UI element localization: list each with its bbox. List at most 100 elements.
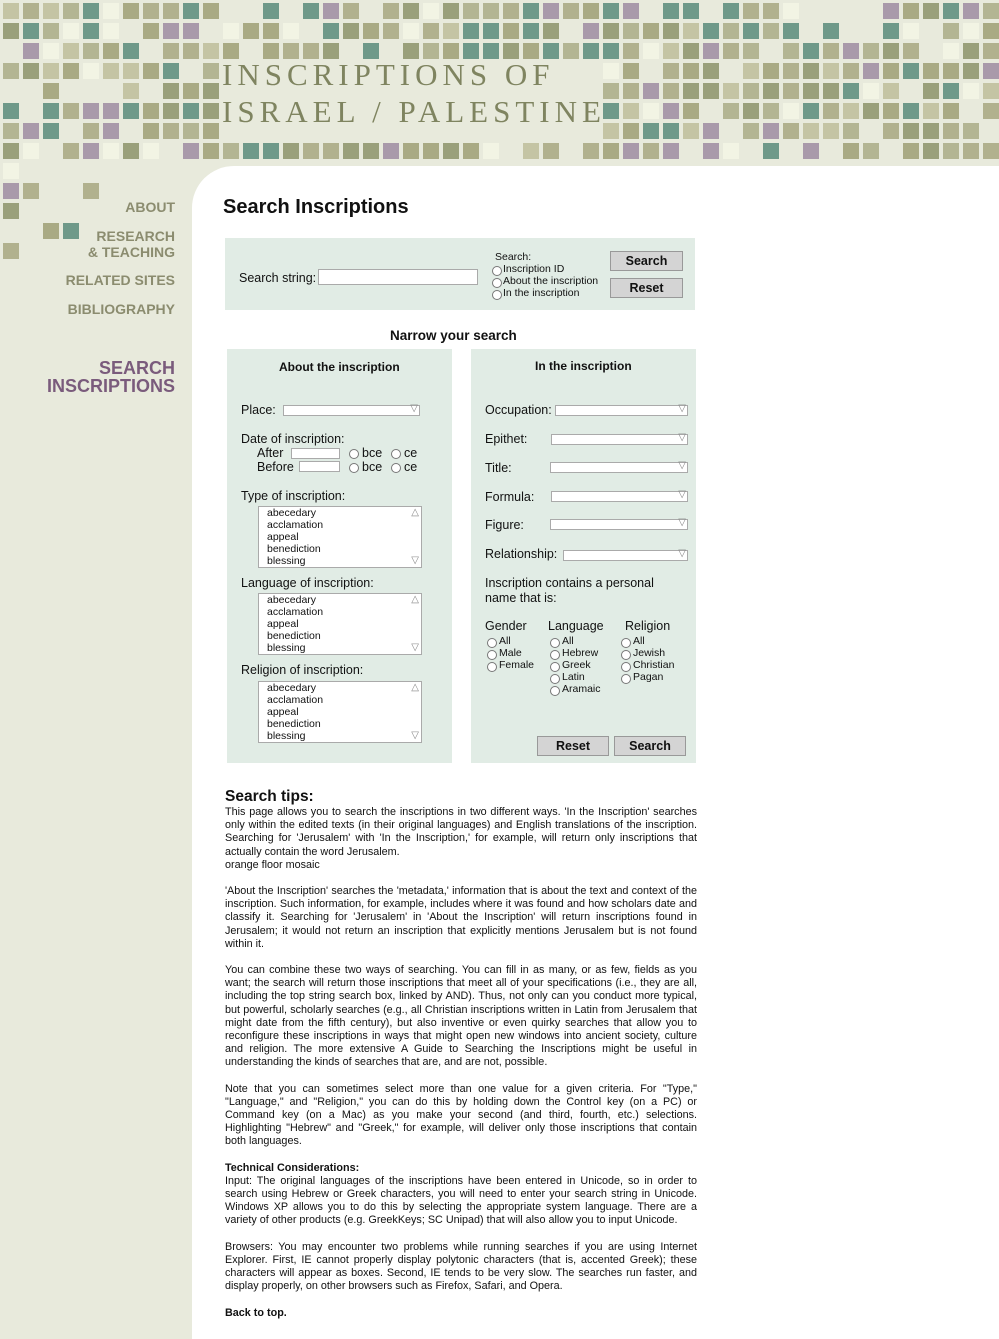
nav-research-teaching[interactable]: RESEARCH & TEACHING: [0, 228, 175, 260]
before-label: Before: [257, 460, 294, 474]
list-item[interactable]: acclamation: [259, 694, 421, 706]
list-item[interactable]: acclamation: [259, 519, 421, 531]
scope-radio-about[interactable]: [492, 278, 502, 288]
back-to-top-link[interactable]: Back to top.: [225, 1307, 697, 1320]
mosaic-tile: [143, 103, 159, 119]
list-item[interactable]: appeal: [259, 618, 421, 630]
mosaic-tile: [383, 143, 399, 159]
list-item[interactable]: blessing: [259, 730, 421, 742]
language-radio-latin[interactable]: [550, 674, 560, 684]
nav-about[interactable]: ABOUT: [0, 199, 175, 215]
formula-select[interactable]: ▽: [551, 489, 688, 502]
religion-radio-jewish[interactable]: [621, 650, 631, 660]
list-item[interactable]: blessing: [259, 642, 421, 654]
mosaic-tile: [3, 23, 19, 39]
language-radio-aramaic[interactable]: [550, 686, 560, 696]
mosaic-tile: [303, 3, 319, 19]
list-item[interactable]: benediction: [259, 630, 421, 642]
scope-radio-inscription-id[interactable]: [492, 266, 502, 276]
before-bce-radio[interactable]: [349, 463, 359, 473]
mosaic-tile: [643, 43, 659, 59]
reset-button[interactable]: Reset: [610, 278, 683, 298]
chevron-down-icon: ▽: [678, 489, 686, 500]
mosaic-tile: [763, 83, 779, 99]
site-title[interactable]: INSCRIPTIONS OF ISRAEL / PALESTINE: [222, 56, 606, 130]
list-item[interactable]: blessing: [259, 555, 421, 567]
after-ce-radio[interactable]: [391, 449, 401, 459]
scroll-up-icon[interactable]: △: [411, 508, 419, 518]
mosaic-tile: [523, 3, 539, 19]
date-after-input[interactable]: [291, 448, 340, 459]
date-before-input[interactable]: [299, 461, 340, 472]
search-string-input[interactable]: [318, 269, 478, 285]
list-item[interactable]: benediction: [259, 543, 421, 555]
mosaic-tile: [723, 143, 739, 159]
scroll-up-icon[interactable]: △: [411, 683, 419, 693]
religion-radio-all[interactable]: [621, 638, 631, 648]
mosaic-tile: [943, 63, 959, 79]
tips-paragraph: Input: The original languages of the ins…: [225, 1174, 697, 1227]
language-listbox[interactable]: abecedary acclamation appeal benediction…: [258, 593, 422, 655]
panel-search-button[interactable]: Search: [614, 736, 686, 756]
language-radio-hebrew[interactable]: [550, 650, 560, 660]
relationship-select[interactable]: ▽: [563, 548, 688, 561]
scroll-down-icon[interactable]: ▽: [411, 556, 419, 566]
list-item[interactable]: abecedary: [259, 682, 421, 694]
scroll-down-icon[interactable]: ▽: [411, 643, 419, 653]
mosaic-tile: [143, 3, 159, 19]
language-radio-all[interactable]: [550, 638, 560, 648]
mosaic-tile: [603, 143, 619, 159]
mosaic-tile: [683, 43, 699, 59]
religion-radio-pagan[interactable]: [621, 674, 631, 684]
scroll-up-icon[interactable]: △: [411, 595, 419, 605]
nav-search-inscriptions[interactable]: SEARCH INSCRIPTIONS: [0, 359, 175, 395]
mosaic-tile: [903, 123, 919, 139]
before-ce-radio[interactable]: [391, 463, 401, 473]
mosaic-tile: [883, 3, 899, 19]
mosaic-tile: [203, 63, 219, 79]
figure-label: Figure:: [485, 518, 524, 532]
mosaic-tile: [603, 23, 619, 39]
scope-radio-in[interactable]: [492, 290, 502, 300]
mosaic-tile: [843, 143, 859, 159]
after-bce-radio[interactable]: [349, 449, 359, 459]
epithet-select[interactable]: ▽: [551, 432, 688, 445]
mosaic-tile: [623, 23, 639, 39]
scroll-down-icon[interactable]: ▽: [411, 731, 419, 741]
religion-listbox[interactable]: abecedary acclamation appeal benediction…: [258, 681, 422, 743]
language-radio-greek[interactable]: [550, 662, 560, 672]
mosaic-tile: [443, 143, 459, 159]
narrow-search-title: Narrow your search: [390, 328, 517, 343]
panel-reset-button[interactable]: Reset: [537, 736, 609, 756]
figure-select[interactable]: ▽: [550, 517, 688, 530]
gender-radio-all[interactable]: [487, 638, 497, 648]
gender-radio-male[interactable]: [487, 650, 497, 660]
mosaic-tile: [763, 123, 779, 139]
mosaic-tile: [103, 63, 119, 79]
place-select[interactable]: ▽: [283, 403, 420, 416]
list-item[interactable]: appeal: [259, 706, 421, 718]
list-item[interactable]: abecedary: [259, 507, 421, 519]
occupation-select[interactable]: ▽: [555, 403, 688, 416]
search-button[interactable]: Search: [610, 251, 683, 271]
mosaic-tile: [503, 23, 519, 39]
list-item[interactable]: acclamation: [259, 606, 421, 618]
type-listbox[interactable]: abecedary acclamation appeal benediction…: [258, 506, 422, 568]
list-item[interactable]: abecedary: [259, 594, 421, 606]
nav-bibliography[interactable]: BIBLIOGRAPHY: [0, 301, 175, 317]
title-select[interactable]: ▽: [550, 460, 688, 473]
mosaic-tile: [983, 3, 999, 19]
mosaic-tile: [863, 43, 879, 59]
nav-related-sites[interactable]: RELATED SITES: [0, 272, 175, 288]
list-item[interactable]: appeal: [259, 531, 421, 543]
mosaic-tile: [903, 103, 919, 119]
language-label: Language of inscription:: [241, 576, 374, 590]
religion-radio-christian[interactable]: [621, 662, 631, 672]
mosaic-tile: [863, 83, 879, 99]
mosaic-tile: [543, 143, 559, 159]
mosaic-tile: [463, 143, 479, 159]
name-language-label: Language: [548, 619, 604, 633]
gender-radio-female[interactable]: [487, 662, 497, 672]
mosaic-tile: [883, 103, 899, 119]
list-item[interactable]: benediction: [259, 718, 421, 730]
